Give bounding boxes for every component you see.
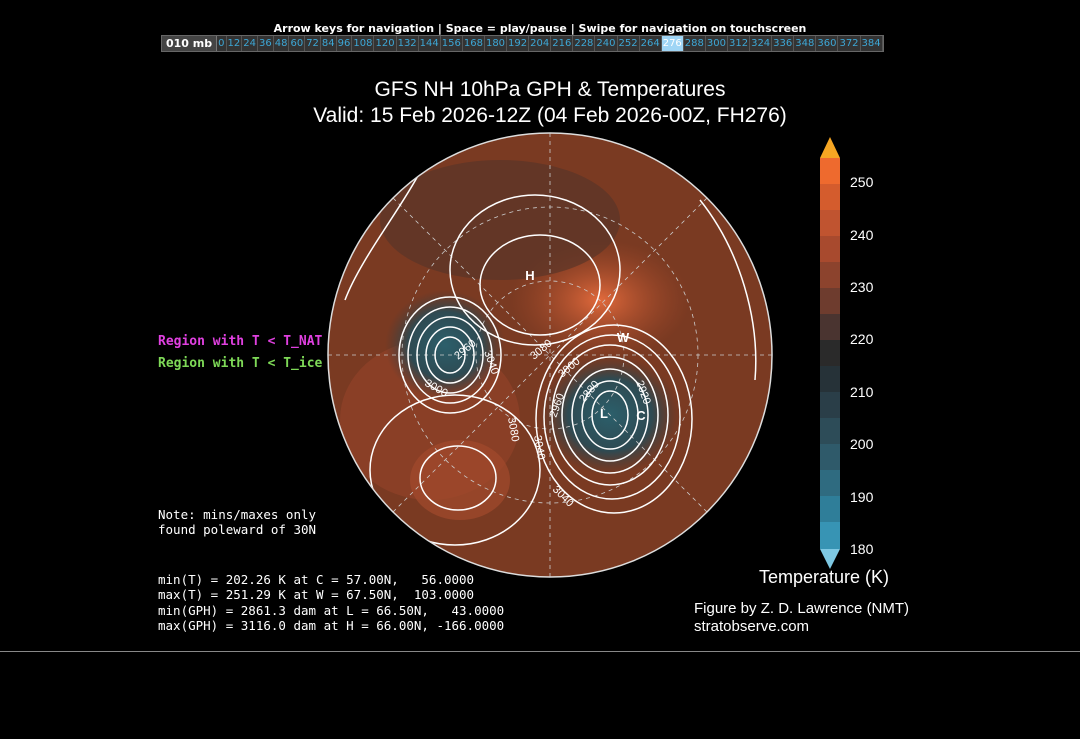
map-field <box>328 133 772 577</box>
forecast-hour-button[interactable]: 180 <box>485 36 508 51</box>
stat-max-gph: max(GPH) = 3116.0 dam at H = 66.00N, -16… <box>158 618 505 633</box>
warm-region <box>510 240 690 360</box>
stat-min-gph: min(GPH) = 2861.3 dam at L = 66.50N, 43.… <box>158 603 505 618</box>
colorbar-tick: 180 <box>850 541 874 557</box>
forecast-hour-button[interactable]: 216 <box>551 36 574 51</box>
marker-h: H <box>525 268 534 283</box>
page-divider <box>0 651 1080 652</box>
stat-min-t: min(T) = 202.26 K at C = 57.00N, 56.0000 <box>158 572 475 587</box>
credit-site: stratobserve.com <box>694 618 810 635</box>
map-border <box>327 132 773 578</box>
contour-label: 3000 <box>423 377 450 400</box>
legend-nat: Region with T < T_NAT <box>158 334 323 349</box>
legend-ice: Region with T < T_ice <box>158 356 323 371</box>
level-button[interactable]: 010 mb <box>162 36 218 51</box>
colorbar-tick: 190 <box>850 489 874 505</box>
colorbar-title: Temperature (K) <box>759 567 890 587</box>
forecast-hour-button[interactable]: 60 <box>289 36 306 51</box>
colorbar-tick: 240 <box>850 227 874 243</box>
forecast-hour-navbar: 010 mb 0 12 24 36 48 60 72 84 96 108 120 132 144 156 1… <box>161 35 884 52</box>
forecast-hour-button[interactable]: 348 <box>794 36 817 51</box>
contour-label: 3080 <box>528 337 554 362</box>
colorbar-tick: 200 <box>850 436 874 452</box>
forecast-hour-button[interactable]: 324 <box>750 36 773 51</box>
forecast-hour-button[interactable]: 300 <box>706 36 728 51</box>
forecast-hour-button[interactable]: 228 <box>573 36 596 51</box>
figure-title: GFS NH 10hPa GPH & Temperatures <box>374 78 726 101</box>
forecast-hour-button[interactable]: 156 <box>441 36 463 51</box>
forecast-hour-button[interactable]: 72 <box>305 36 321 51</box>
stat-max-t: max(T) = 251.29 K at W = 67.50N, 103.000… <box>158 587 475 602</box>
gph-contours <box>344 171 757 546</box>
forecast-hour-button[interactable]: 84 <box>321 36 337 51</box>
forecast-hour-button[interactable]: 288 <box>684 36 706 51</box>
map-background <box>328 133 772 577</box>
contour-label: 3080 <box>505 416 521 442</box>
colorbar <box>820 137 840 569</box>
marker-c: C <box>636 408 646 423</box>
forecast-hour-button[interactable]: 372 <box>838 36 861 51</box>
contour-label: 2960 <box>452 337 478 362</box>
credit-author: Figure by Z. D. Lawrence (NMT) <box>694 600 910 617</box>
forecast-hour-button[interactable]: 0 <box>217 36 227 51</box>
marker-l: L <box>600 406 608 421</box>
forecast-hour-button[interactable]: 144 <box>419 36 441 51</box>
contour-label: 3040 <box>531 434 547 460</box>
forecast-hour-button[interactable]: 120 <box>374 36 397 51</box>
contour-label: 2960 <box>548 392 568 419</box>
forecast-hour-button[interactable]: 312 <box>728 36 751 51</box>
forecast-hour-button[interactable]: 96 <box>337 36 353 51</box>
forecast-hour-button[interactable]: 252 <box>618 36 640 51</box>
forecast-hour-button[interactable]: 168 <box>463 36 485 51</box>
contour-labels: 2960 3040 3000 3080 3000 2880 2920 2960 … <box>423 337 653 509</box>
cold-region-west <box>385 290 505 400</box>
forecast-hour-button[interactable]: 36 <box>258 36 274 51</box>
note-text: Note: mins/maxes only found poleward of … <box>158 507 317 537</box>
forecast-hour-button[interactable]: 264 <box>640 36 662 51</box>
forecast-hour-button[interactable]: 336 <box>772 36 795 51</box>
forecast-hour-button[interactable]: 204 <box>529 36 552 51</box>
forecast-hour-button[interactable]: 108 <box>352 36 375 51</box>
forecast-hour-button[interactable]: 276 <box>661 36 684 51</box>
forecast-hour-button[interactable]: 12 <box>227 36 243 51</box>
figure-subtitle: Valid: 15 Feb 2026-12Z (04 Feb 2026-00Z,… <box>313 104 787 127</box>
forecast-hour-button[interactable]: 48 <box>274 36 290 51</box>
colorbar-tick: 210 <box>850 384 874 400</box>
forecast-hour-button[interactable]: 360 <box>816 36 839 51</box>
forecast-hour-button[interactable]: 240 <box>595 36 618 51</box>
contour-label: 3040 <box>550 484 576 510</box>
contour-label: 2880 <box>577 378 602 404</box>
marker-w: W <box>617 330 630 345</box>
forecast-hour-button[interactable]: 24 <box>242 36 258 51</box>
colorbar-tick: 220 <box>850 331 874 347</box>
contour-label: 3040 <box>481 349 501 376</box>
forecast-hour-button[interactable]: 384 <box>861 36 883 51</box>
forecast-hour-button[interactable]: 192 <box>507 36 530 51</box>
contour-label: 3000 <box>556 355 582 380</box>
nav-hint: Arrow keys for navigation | Space = play… <box>273 22 807 35</box>
contour-label: 2920 <box>633 379 653 406</box>
forecast-hour-button[interactable]: 132 <box>397 36 419 51</box>
colorbar-tick: 250 <box>850 174 874 190</box>
colorbar-tick: 230 <box>850 279 874 295</box>
cold-region-east <box>540 355 680 475</box>
